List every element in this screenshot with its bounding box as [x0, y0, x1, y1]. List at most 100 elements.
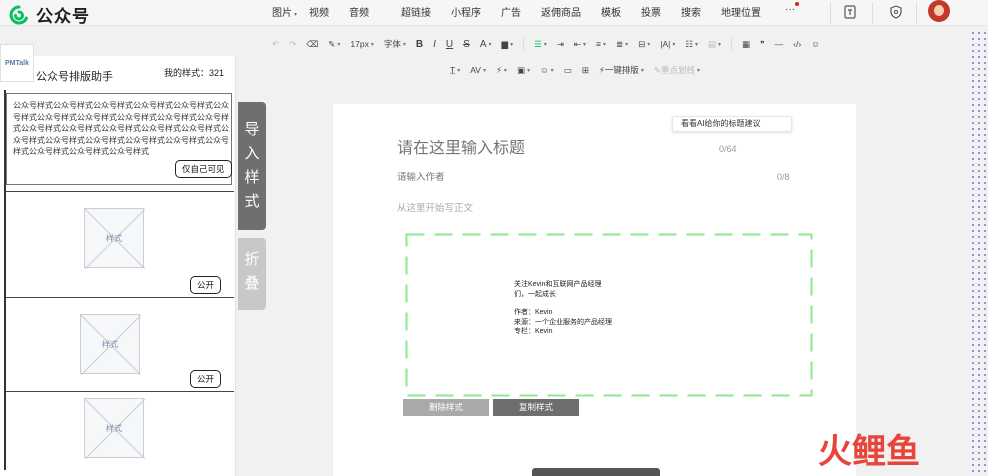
- watermark-char-3: 鱼: [886, 432, 920, 472]
- pmtalk-badge: PMTalk: [0, 44, 34, 82]
- fold-tab[interactable]: 折叠: [238, 238, 266, 310]
- outdent-icon[interactable]: ⇤ ▾: [574, 39, 586, 50]
- font-size-select[interactable]: 17px ▾: [350, 39, 373, 49]
- menu-audio[interactable]: 音频: [349, 4, 369, 19]
- font-family-select[interactable]: 字体 ▾: [384, 38, 406, 50]
- disabled-icon[interactable]: ▤ ▾: [708, 39, 721, 50]
- insert-column: 专栏：Kevin: [514, 328, 553, 335]
- delete-style-button[interactable]: 删除样式: [403, 399, 489, 416]
- shield-icon[interactable]: [886, 2, 906, 22]
- title-char-count: 0/64: [719, 144, 737, 154]
- clear-format-icon[interactable]: ⌫: [306, 39, 318, 50]
- undo-icon[interactable]: ↶: [272, 39, 279, 50]
- strikethrough-icon[interactable]: S: [463, 39, 470, 50]
- thumbnail-label: 样式: [106, 424, 122, 433]
- bold-icon[interactable]: B: [416, 39, 423, 50]
- redo-icon[interactable]: ↷: [289, 39, 296, 50]
- font-color-icon[interactable]: A ▾: [480, 39, 492, 50]
- highlight-line-button[interactable]: ✎ 重点划线 ▾: [654, 64, 700, 76]
- my-styles-count: 我的样式：321: [164, 68, 225, 78]
- menu-more[interactable]: ···: [785, 2, 800, 19]
- app-logo[interactable]: 公众号: [8, 2, 90, 27]
- background-color-icon[interactable]: ▆ ▾: [502, 39, 514, 50]
- title-style-icon[interactable]: T̲ ▾: [450, 65, 460, 75]
- public-visibility-button[interactable]: 公开: [190, 276, 222, 294]
- spacing-icon[interactable]: ⊟ ▾: [638, 39, 650, 50]
- insert-line: 关注Kevin和互联网产品经理: [514, 281, 602, 288]
- title-input[interactable]: [397, 140, 707, 158]
- menu-mini-program[interactable]: 小程序: [451, 4, 481, 19]
- list-icon[interactable]: ☷ ▾: [685, 39, 698, 50]
- divider: [872, 2, 873, 24]
- horizontal-rule-icon[interactable]: —: [775, 39, 784, 49]
- align-icon[interactable]: ☰ ▾: [534, 39, 547, 50]
- insert-line: 们，一起成长: [514, 290, 556, 298]
- import-style-label: 导入样式: [244, 121, 260, 210]
- watermark-char-2: 鲤: [852, 432, 886, 472]
- style-thumbnail[interactable]: 样式: [84, 208, 145, 269]
- style-thumbnail[interactable]: 样式: [84, 398, 145, 459]
- emoji-icon[interactable]: ☺: [811, 39, 820, 49]
- watermark-char-1: 火: [818, 432, 852, 472]
- letter-spacing-icon[interactable]: |A| ▾: [660, 39, 675, 49]
- author-char-count: 0/8: [777, 172, 790, 182]
- divider: [830, 2, 831, 24]
- underline-icon[interactable]: U: [446, 39, 453, 50]
- author-input[interactable]: [397, 172, 697, 183]
- ai-title-suggestion-tooltip[interactable]: 看看AI给你的标题建议: [672, 116, 792, 132]
- menu-rebate-goods[interactable]: 返佣商品: [541, 4, 581, 19]
- divider: [6, 297, 234, 298]
- insert-menu: 图片 ▾ 视频 音频 超链接 小程序 广告 返佣商品 模板 投票 搜索 地理位置 …: [272, 2, 800, 19]
- sticker-icon[interactable]: ☺ ▾: [540, 65, 554, 75]
- format-toolbar-row-2: T̲ ▾ AV ▾ ⚡ ▾ ▣ ▾ ☺ ▾ ▭ ⊞ ⚡ 一键排版 ▾ ✎ 重点划线 ▾: [450, 64, 710, 76]
- notification-dot: [795, 2, 800, 6]
- menu-video[interactable]: 视频: [309, 4, 329, 19]
- style-card-text: 公众号样式公众号样式公众号样式公众号样式公众号样式公众号样式公众号样式公众号样式…: [13, 101, 229, 156]
- top-bar: 公众号 图片 ▾ 视频 音频 超链接 小程序 广告 返佣商品 模板 投票 搜索 地…: [0, 0, 988, 26]
- menu-image[interactable]: 图片 ▾: [272, 4, 297, 19]
- toolbox-icon[interactable]: ⊞: [582, 65, 589, 76]
- menu-vote[interactable]: 投票: [641, 4, 661, 19]
- format-toolbar-row-1: ↶ ↷ ⌫ ✎ ▾ 17px ▾ 字体 ▾ B I U S A ▾ ▆ ▾ ☰ ▾ ⇥ ⇤ ▾…: [272, 38, 830, 50]
- thumbnail-label: 样式: [106, 234, 122, 243]
- public-visibility-button[interactable]: 公开: [190, 370, 222, 388]
- avatar[interactable]: [928, 0, 950, 22]
- text-effect-icon[interactable]: AV ▾: [470, 65, 486, 75]
- italic-icon[interactable]: I: [433, 39, 436, 50]
- format-painter-icon[interactable]: ✎ ▾: [328, 39, 340, 50]
- menu-hyperlink[interactable]: 超链接: [401, 4, 431, 19]
- wechat-logo-icon: [9, 5, 28, 24]
- insert-source: 来源：一个企业服务的产品经理: [514, 318, 612, 326]
- bottom-action-bar[interactable]: [532, 468, 660, 476]
- body-placeholder[interactable]: 从这里开始写正文: [397, 200, 473, 214]
- code-icon[interactable]: ‹/›: [793, 39, 801, 49]
- document-icon[interactable]: [840, 2, 860, 22]
- style-thumbnail[interactable]: 样式: [80, 314, 141, 375]
- menu-location[interactable]: 地理位置: [721, 4, 761, 19]
- magic-icon[interactable]: ⚡ ▾: [496, 65, 507, 76]
- thumbnail-label: 样式: [102, 340, 118, 349]
- divider: [6, 191, 234, 192]
- image-edit-icon[interactable]: ▣ ▾: [517, 65, 530, 76]
- menu-ad[interactable]: 广告: [501, 4, 521, 19]
- inserted-style-content: 关注Kevin和互联网产品经理 们，一起成长 作者：Kevin 来源：一个企业服…: [514, 280, 612, 337]
- divider: [916, 2, 917, 24]
- divider: [6, 391, 234, 392]
- indent-icon[interactable]: ⇥: [557, 39, 564, 50]
- copy-style-button[interactable]: 复制样式: [493, 399, 579, 416]
- import-style-tab[interactable]: 导入样式: [238, 102, 266, 230]
- private-visibility-button[interactable]: 仅自己可见: [175, 160, 232, 178]
- dotted-decoration: [970, 30, 988, 476]
- menu-search[interactable]: 搜索: [681, 4, 701, 19]
- watermark-logo: 火 鲤 鱼: [818, 430, 968, 474]
- table-icon[interactable]: ▦: [742, 39, 750, 50]
- paragraph-spacing-icon[interactable]: ≣ ▾: [616, 39, 628, 50]
- quote-icon[interactable]: ❞: [760, 39, 765, 50]
- divider: [523, 38, 525, 50]
- menu-template[interactable]: 模板: [601, 4, 621, 19]
- app-title: 公众号: [36, 7, 90, 26]
- html-icon[interactable]: ▭: [564, 65, 572, 76]
- one-click-format-button[interactable]: ⚡ 一键排版 ▾: [599, 64, 644, 76]
- line-height-icon[interactable]: ≡ ▾: [596, 39, 606, 49]
- insert-author: 作者：Kevin: [514, 309, 553, 316]
